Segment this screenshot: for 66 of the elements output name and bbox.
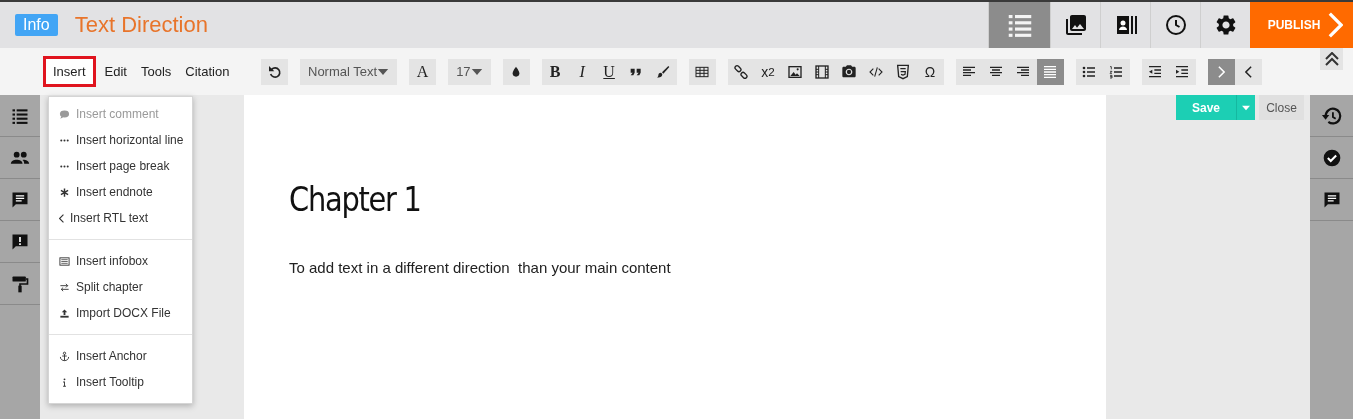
align-left-button[interactable] [955,58,983,85]
undo-icon [266,63,283,80]
camera-icon [841,63,858,80]
menu-item[interactable]: Insert Tooltip [49,369,192,395]
upload-icon [59,307,70,319]
speech-bubble-icon [59,108,70,120]
dropdown-button[interactable]: Normal Text [300,58,398,85]
images-icon [1063,13,1088,37]
outdent-button[interactable] [1141,58,1169,85]
link-button[interactable] [727,58,755,85]
dropdown-button[interactable]: 17 [448,58,491,85]
bold-button[interactable]: B [541,58,569,85]
chevron-left-icon [1244,65,1252,78]
page-title: Text Direction [74,12,208,38]
bulleted-list-button[interactable] [1075,58,1103,85]
menu-item[interactable]: Split chapter [49,274,192,300]
chevron-right-icon [1217,65,1225,78]
menu-tab[interactable]: Edit [97,58,134,85]
italic-button[interactable]: I [568,58,596,85]
check-circle-icon [1321,147,1342,168]
infobox-icon [59,255,70,267]
close-button[interactable]: Close [1259,95,1304,120]
paragraph: To add text in a different direction than your main content [289,259,672,276]
film-icon [814,63,831,80]
menu-item[interactable]: Insert endnote [49,179,192,205]
indent-icon [1174,63,1191,80]
menu-item[interactable]: Insert horizontal line [49,127,192,153]
numbered-list-icon [1108,63,1125,80]
droplet-button[interactable] [502,58,530,85]
brush-icon [655,63,672,80]
chevron-left-icon [59,213,64,223]
numbered-list-button[interactable] [1102,58,1130,85]
indent-button[interactable] [1168,58,1196,85]
menu-tab[interactable]: Tools [133,58,179,85]
menu-item[interactable]: Insert RTL text [49,205,192,231]
menu-tab[interactable]: Insert [43,56,96,87]
chapter-heading: Chapter 1 [289,179,422,219]
image-icon [787,63,804,80]
menu-item[interactable]: Insert page break [49,153,192,179]
menu-item[interactable]: Insert infobox [49,248,192,274]
underline-button[interactable]: U [595,58,623,85]
double-chevron-up-icon [1324,52,1339,66]
link-icon [733,63,750,80]
menu-item[interactable]: Import DOCX File [49,300,192,326]
outdent-icon [1147,63,1164,80]
chevron-right-button[interactable] [1207,58,1235,85]
chevron-left-button[interactable] [1234,58,1262,85]
caret-down-icon [1241,104,1251,111]
swap-arrows-icon [59,281,70,293]
shield-icon [895,63,912,80]
menu-tab[interactable]: Citation [178,58,237,85]
font-color-button[interactable]: A [409,58,437,85]
menu-item[interactable]: Insert Anchor [49,343,192,369]
align-right-button[interactable] [1009,58,1037,85]
anchor-icon [59,350,70,362]
caret-down-icon [470,67,483,76]
symbol-button[interactable]: Ω [916,58,944,85]
align-justify-icon [1042,63,1059,80]
asterisk-icon [59,186,70,198]
undo-button[interactable] [261,58,288,85]
caret-down-icon [377,67,390,76]
collapse-button[interactable] [1320,48,1343,70]
clock-icon [1163,13,1188,37]
table-button[interactable] [688,58,716,85]
brush-button[interactable] [649,58,677,85]
chevron-right-icon [1328,12,1344,38]
